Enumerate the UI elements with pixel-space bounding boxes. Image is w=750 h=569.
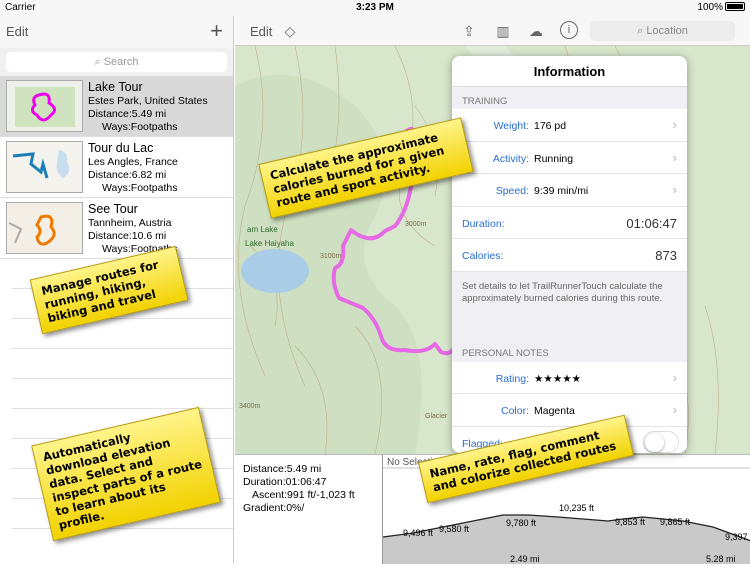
search-icon: ⌕	[94, 56, 101, 68]
map-contour-label: 3000m	[405, 221, 427, 228]
rating-row[interactable]: Rating: ★★★★★ ›	[452, 362, 687, 394]
duration-label: Duration:	[462, 217, 505, 230]
route-thumbnail-map	[15, 87, 75, 127]
calories-label: Calories:	[462, 250, 504, 262]
flagged-toggle[interactable]	[643, 430, 679, 453]
info-icon[interactable]: i	[560, 21, 578, 39]
map-label-glacier: Glacier	[425, 413, 448, 420]
chevron-right-icon: ›	[672, 182, 677, 197]
route-row[interactable]: Tour du Lac Les Angles, France Distance:…	[0, 137, 233, 198]
route-place: Les Angles, France	[88, 156, 178, 168]
section-header-personal-notes: PERSONAL NOTES	[452, 333, 687, 362]
information-popover: Information TRAINING Weight: 176 pd › Ac…	[452, 56, 687, 453]
add-route-button[interactable]: +	[210, 18, 223, 44]
calories-note: Set details to let TrailRunnerTouch calc…	[452, 271, 687, 334]
search-bar: ⌕ Search	[0, 48, 233, 76]
weight-value: 176 pd	[534, 120, 567, 132]
route-row[interactable]: See Tour Tannheim, Austria Distance:10.6…	[0, 198, 233, 259]
calories-value: 873	[655, 248, 677, 263]
chevron-right-icon: ›	[672, 369, 677, 385]
location-search-field[interactable]: ⌕ Location	[590, 21, 735, 41]
stat-distance: Distance:5.49 mi	[243, 463, 322, 475]
route-thumbnail-map	[8, 214, 56, 246]
empty-row	[12, 379, 233, 409]
route-distance: Distance:10.6 mi	[88, 230, 167, 242]
activity-label: Activity:	[492, 152, 529, 165]
route-details: Estes Park, United States Distance:5.49 …	[88, 95, 208, 134]
weight-row[interactable]: Weight: 176 pd ›	[452, 109, 687, 142]
popover-title: Information	[452, 56, 687, 87]
route-thumbnail	[6, 141, 83, 193]
share-icon[interactable]: ⇪	[459, 21, 479, 41]
speed-label: Speed:	[495, 185, 529, 197]
edit-button[interactable]: Edit	[6, 24, 28, 39]
battery-percent: 100%	[697, 2, 723, 13]
clock: 3:23 PM	[356, 2, 394, 13]
route-title: Tour du Lac	[88, 141, 154, 155]
map-toolbar: Edit ◇ ⇪ ▥ ☁ i ⌕ Location	[235, 16, 750, 46]
profile-label: 9,853 ft	[615, 517, 646, 527]
speed-value: 9:39 min/mi	[534, 185, 589, 197]
route-ways: Ways:Footpaths	[102, 121, 178, 133]
chevron-right-icon: ›	[672, 117, 677, 132]
route-row[interactable]: Lake Tour Estes Park, United States Dist…	[0, 76, 233, 137]
calories-row: Calories: 873	[452, 239, 687, 272]
left-nav-bar: Edit +	[0, 16, 233, 48]
route-title: See Tour	[88, 202, 138, 216]
route-stats: Distance:5.49 mi Duration:01:06:47 Ascen…	[243, 463, 355, 515]
map-label-lake: am Lake	[247, 225, 278, 234]
chevron-right-icon: ›	[672, 402, 677, 417]
map-contour-label: 3400m	[239, 403, 261, 410]
stat-gradient: Gradient:0%/	[243, 502, 305, 514]
section-header-training: TRAINING	[452, 87, 687, 109]
map-icon[interactable]: ▥	[493, 21, 513, 41]
profile-label: 9,580 ft	[439, 524, 470, 534]
search-placeholder: Search	[103, 56, 139, 68]
color-value: Magenta	[534, 405, 575, 417]
profile-label: 9,780 ft	[506, 518, 537, 528]
stat-ascent: Ascent:991 ft/-1,023 ft	[252, 489, 355, 501]
activity-value: Running	[534, 152, 574, 165]
duration-row: Duration: 01:06:47	[452, 207, 687, 239]
map-label-lake-haiyaha: Lake Haiyaha	[245, 239, 294, 248]
search-input[interactable]: ⌕ Search	[6, 52, 227, 72]
route-thumbnail	[6, 202, 83, 254]
route-distance: Distance:6.82 mi	[88, 169, 167, 181]
color-label: Color:	[500, 405, 529, 417]
status-bar: Carrier 3:23 PM 100%	[0, 0, 750, 16]
rating-label: Rating:	[495, 372, 529, 385]
directions-icon[interactable]: ◇	[280, 21, 300, 41]
route-thumbnail	[6, 80, 83, 132]
route-details: Les Angles, France Distance:6.82 mi Ways…	[88, 156, 178, 195]
route-ways: Ways:Footpaths	[102, 182, 178, 194]
route-place: Estes Park, United States	[88, 95, 208, 107]
map-contour-label: 3100m	[320, 253, 342, 260]
route-distance: Distance:5.49 mi	[88, 108, 167, 120]
rating-stars: ★★★★★	[534, 372, 582, 385]
profile-label: 10,235 ft	[559, 503, 595, 513]
battery-indicator: 100%	[697, 2, 745, 13]
profile-label: 9,496 ft	[403, 528, 434, 538]
search-icon: ⌕	[637, 25, 644, 37]
color-row[interactable]: Color: Magenta ›	[452, 394, 687, 427]
cloud-icon[interactable]: ☁	[526, 21, 546, 41]
location-placeholder: Location	[646, 25, 688, 37]
chevron-right-icon: ›	[672, 149, 677, 165]
stat-duration: Duration:01:06:47	[243, 476, 327, 488]
route-thumbnail-map	[12, 150, 70, 179]
empty-row	[12, 349, 233, 379]
route-title: Lake Tour	[88, 80, 143, 94]
profile-label: 9,865 ft	[660, 517, 691, 527]
speed-row[interactable]: Speed: 9:39 min/mi ›	[452, 174, 687, 207]
weight-label: Weight:	[493, 120, 529, 132]
duration-value: 01:06:47	[626, 215, 677, 231]
map-edit-button[interactable]: Edit	[250, 24, 272, 39]
profile-label: 9,397	[725, 532, 748, 542]
activity-row[interactable]: Activity: Running ›	[452, 142, 687, 174]
battery-icon	[725, 2, 745, 11]
route-place: Tannheim, Austria	[88, 217, 172, 229]
